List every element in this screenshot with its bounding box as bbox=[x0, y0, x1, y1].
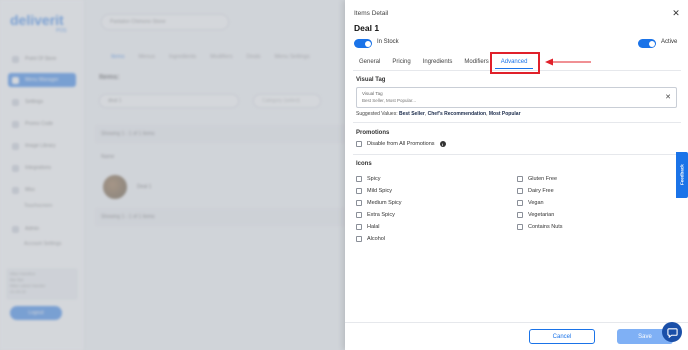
checkbox[interactable] bbox=[356, 141, 362, 147]
active-toggle[interactable] bbox=[638, 39, 656, 48]
icon-checkbox-extra-spicy[interactable]: Extra Spicy bbox=[356, 212, 395, 218]
footer-divider bbox=[345, 322, 688, 323]
annotation-highlight-box bbox=[490, 52, 540, 74]
tab-ingredients[interactable]: Ingredients bbox=[417, 56, 459, 69]
in-stock-label: In Stock bbox=[377, 39, 399, 45]
checkbox-label: Mild Spicy bbox=[367, 188, 393, 194]
panel-label: Items Detail bbox=[354, 10, 389, 17]
checkbox-label: Disable from All Promotions bbox=[367, 141, 435, 147]
icon-checkbox-gluten-free[interactable]: Gluten Free bbox=[517, 176, 557, 182]
info-icon[interactable]: i bbox=[439, 141, 446, 147]
checkbox[interactable] bbox=[356, 236, 362, 242]
close-icon[interactable]: ✕ bbox=[671, 8, 681, 18]
checkbox[interactable] bbox=[517, 176, 523, 182]
panel-title: Deal 1 bbox=[354, 23, 380, 33]
icon-checkbox-medium-spicy[interactable]: Medium Spicy bbox=[356, 200, 402, 206]
feedback-tab[interactable]: Feedback bbox=[676, 152, 688, 198]
divider bbox=[353, 122, 681, 123]
checkbox-label: Gluten Free bbox=[528, 176, 558, 182]
items-detail-panel: Items Detail ✕ Deal 1 In Stock Active Ge… bbox=[345, 0, 688, 350]
icon-checkbox-vegetarian[interactable]: Vegetarian bbox=[517, 212, 554, 218]
checkbox[interactable] bbox=[356, 188, 362, 194]
chat-button[interactable] bbox=[662, 322, 682, 342]
checkbox[interactable] bbox=[356, 200, 362, 206]
visual-tag-field-label: Visual Tag bbox=[362, 91, 383, 96]
annotation-arrow-icon bbox=[545, 58, 591, 66]
checkbox-label: Contains Nuts bbox=[528, 224, 563, 230]
icon-checkbox-spicy[interactable]: Spicy bbox=[356, 176, 380, 182]
suggested-values: Suggested Values: Best Seller, Chef's Re… bbox=[356, 111, 521, 117]
tab-pricing[interactable]: Pricing bbox=[386, 56, 416, 69]
checkbox[interactable] bbox=[517, 224, 523, 230]
suggested-value[interactable]: Best Seller bbox=[399, 111, 425, 117]
icons-title: Icons bbox=[356, 161, 372, 167]
checkbox[interactable] bbox=[356, 224, 362, 230]
clear-icon[interactable]: ✕ bbox=[665, 93, 671, 101]
disable-promotions-checkbox[interactable]: Disable from All Promotions i bbox=[356, 141, 446, 147]
cancel-button[interactable]: Cancel bbox=[529, 329, 595, 344]
checkbox-label: Vegetarian bbox=[528, 212, 555, 218]
icon-checkbox-dairy-free[interactable]: Dairy Free bbox=[517, 188, 554, 194]
tab-general[interactable]: General bbox=[353, 56, 386, 69]
checkbox[interactable] bbox=[356, 212, 362, 218]
suggested-value[interactable]: Chef's Recommendation bbox=[428, 111, 486, 117]
checkbox-label: Alcohol bbox=[367, 236, 386, 242]
checkbox-label: Halal bbox=[367, 224, 380, 230]
checkbox[interactable] bbox=[356, 176, 362, 182]
checkbox[interactable] bbox=[517, 188, 523, 194]
checkbox[interactable] bbox=[517, 212, 523, 218]
icon-checkbox-vegan[interactable]: Vegan bbox=[517, 200, 544, 206]
visual-tag-title: Visual Tag bbox=[356, 77, 386, 83]
checkbox-label: Medium Spicy bbox=[367, 200, 402, 206]
in-stock-toggle[interactable] bbox=[354, 39, 372, 48]
promotions-title: Promotions bbox=[356, 130, 390, 136]
active-label: Active bbox=[661, 39, 678, 45]
icon-checkbox-alcohol[interactable]: Alcohol bbox=[356, 236, 385, 242]
visual-tag-input[interactable] bbox=[362, 98, 642, 103]
checkbox-label: Vegan bbox=[528, 200, 544, 206]
checkbox-label: Dairy Free bbox=[528, 188, 554, 194]
icon-checkbox-contains-nuts[interactable]: Contains Nuts bbox=[517, 224, 563, 230]
suggested-prefix: Suggested Values: bbox=[356, 111, 399, 117]
checkbox-label: Spicy bbox=[367, 176, 381, 182]
checkbox-label: Extra Spicy bbox=[367, 212, 395, 218]
suggested-value[interactable]: Most Popular bbox=[489, 111, 521, 117]
icon-checkbox-halal[interactable]: Halal bbox=[356, 224, 380, 230]
visual-tag-field[interactable]: Visual Tag ✕ bbox=[356, 87, 677, 108]
checkbox[interactable] bbox=[517, 200, 523, 206]
divider bbox=[353, 154, 681, 155]
chat-icon bbox=[666, 327, 678, 338]
icon-checkbox-mild-spicy[interactable]: Mild Spicy bbox=[356, 188, 392, 194]
